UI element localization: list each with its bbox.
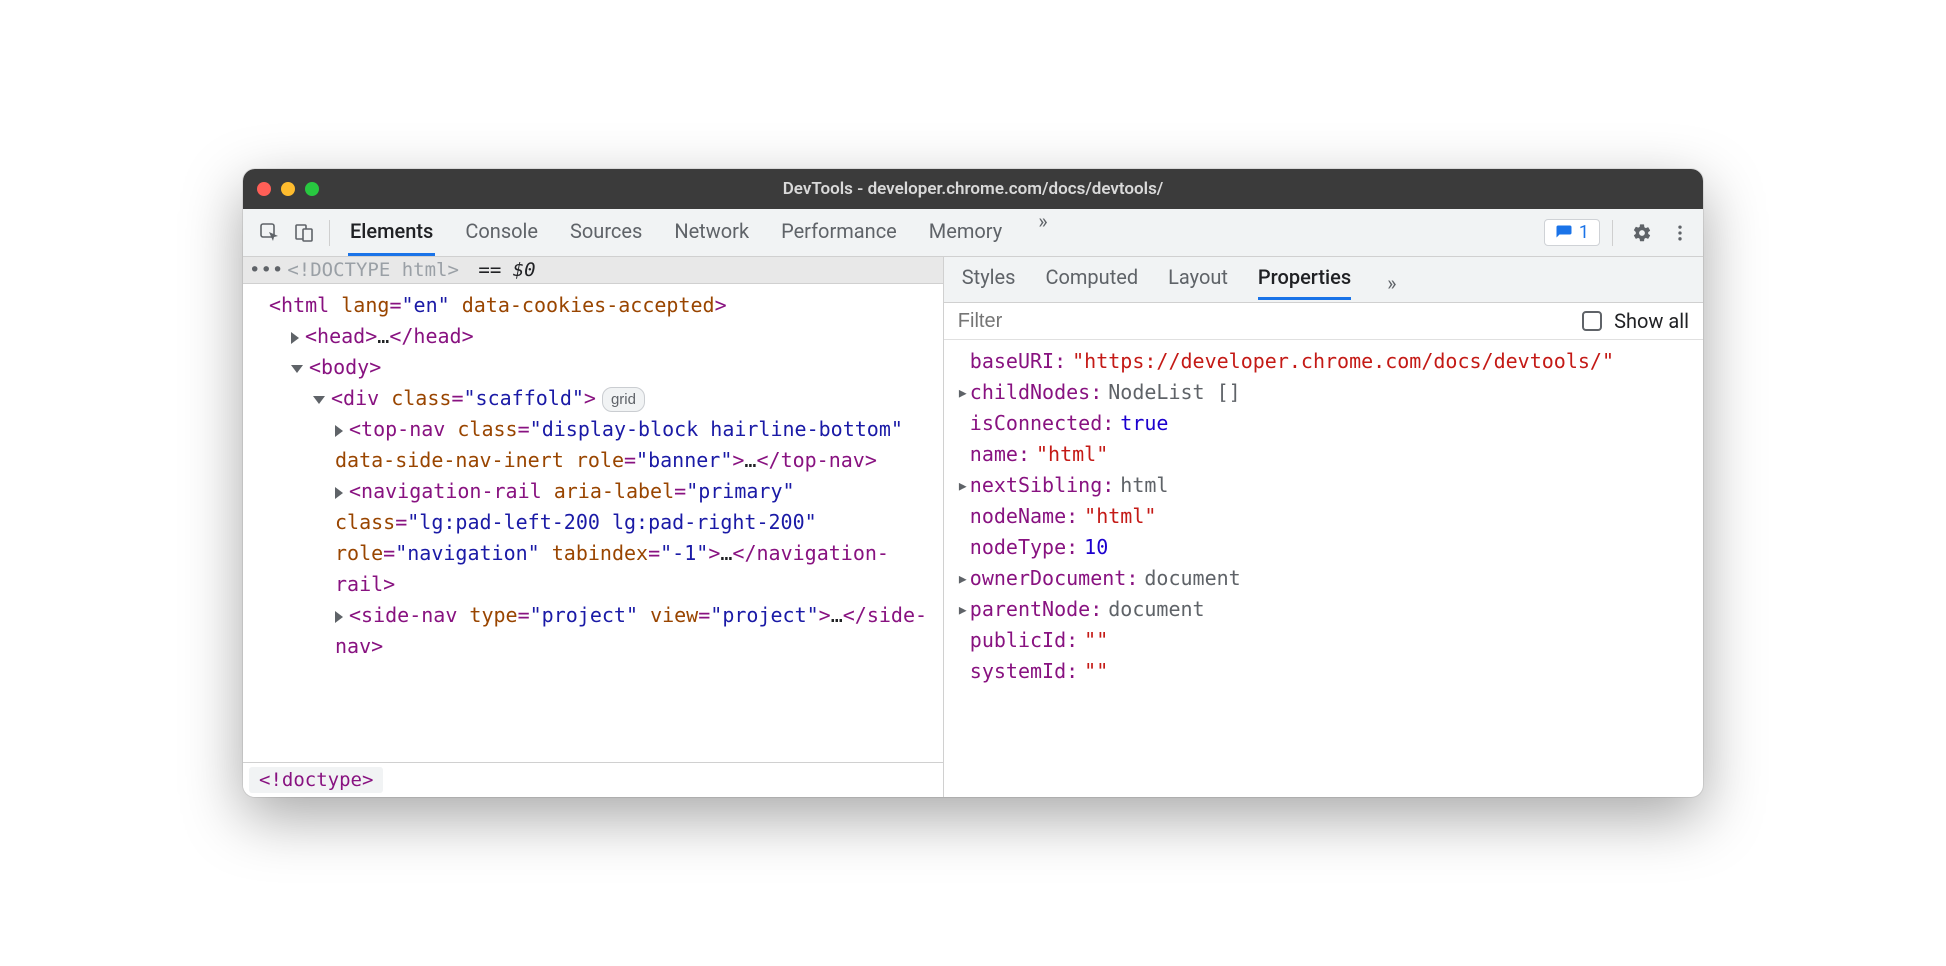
expand-arrow-icon[interactable]: ▸	[956, 377, 970, 408]
traffic-lights	[257, 182, 319, 196]
property-row[interactable]: name: "html"	[956, 439, 1691, 470]
property-row[interactable]: baseURI: "https://developer.chrome.com/d…	[956, 346, 1691, 377]
expand-arrow-icon[interactable]: ▸	[956, 470, 970, 501]
property-key: childNodes	[970, 377, 1090, 408]
breadcrumb-doctype[interactable]: <!doctype>	[249, 767, 383, 793]
dom-node-navigation-rail[interactable]: <navigation-rail aria-label="primary" cl…	[247, 476, 935, 600]
property-key: isConnected	[970, 408, 1102, 439]
property-key: nodeName	[970, 501, 1066, 532]
toolbar-divider	[329, 220, 330, 246]
expand-arrow-icon[interactable]: ▸	[956, 563, 970, 594]
issues-count: 1	[1579, 222, 1589, 243]
property-row[interactable]: ▸childNodes: NodeList []	[956, 377, 1691, 408]
ellipsis-icon: •••	[249, 259, 283, 281]
settings-icon[interactable]	[1625, 216, 1659, 250]
dom-tree[interactable]: <html lang="en" data-cookies-accepted><h…	[243, 284, 943, 762]
main-toolbar: Elements Console Sources Network Perform…	[243, 209, 1703, 257]
inspect-icon[interactable]	[253, 216, 287, 250]
window-titlebar: DevTools - developer.chrome.com/docs/dev…	[243, 169, 1703, 209]
elements-pane: ••• <!DOCTYPE html> == $0 <html lang="en…	[243, 257, 944, 797]
tab-styles[interactable]: Styles	[962, 265, 1016, 300]
tab-layout[interactable]: Layout	[1168, 265, 1228, 300]
sidebar-tabs: Styles Computed Layout Properties »	[944, 257, 1703, 303]
grid-badge[interactable]: grid	[602, 387, 645, 412]
property-value: "html"	[1036, 439, 1108, 470]
property-value: document	[1144, 563, 1240, 594]
tabs-overflow-icon[interactable]: »	[1032, 209, 1053, 256]
property-key: publicId	[970, 625, 1066, 656]
selected-node-text: <!DOCTYPE html>	[287, 259, 459, 281]
dom-node-body[interactable]: <body>	[247, 352, 935, 383]
dom-node-scaffold[interactable]: <div class="scaffold">grid	[247, 383, 935, 414]
dom-node-html[interactable]: <html lang="en" data-cookies-accepted>	[247, 290, 935, 321]
property-key: ownerDocument	[970, 563, 1127, 594]
expand-arrow-icon[interactable]	[335, 425, 343, 437]
show-all-label: Show all	[1614, 309, 1689, 333]
filter-input[interactable]	[958, 310, 1570, 333]
tab-console[interactable]: Console	[463, 209, 540, 256]
property-key: systemId	[970, 656, 1066, 687]
property-value: "https://developer.chrome.com/docs/devto…	[1072, 346, 1614, 377]
tab-memory[interactable]: Memory	[927, 209, 1004, 256]
property-row[interactable]: publicId: ""	[956, 625, 1691, 656]
property-value: ""	[1084, 656, 1108, 687]
toolbar-divider	[1612, 220, 1613, 246]
property-row[interactable]: nodeName: "html"	[956, 501, 1691, 532]
sidebar-tabs-overflow-icon[interactable]: »	[1381, 271, 1402, 295]
tab-properties[interactable]: Properties	[1258, 265, 1351, 300]
property-row[interactable]: ▸parentNode: document	[956, 594, 1691, 625]
minimize-button[interactable]	[281, 182, 295, 196]
property-value: NodeList []	[1108, 377, 1240, 408]
expand-arrow-icon[interactable]	[291, 332, 299, 344]
collapse-arrow-icon[interactable]	[313, 396, 325, 404]
panel-tabs: Elements Console Sources Network Perform…	[338, 209, 1054, 256]
property-value: ""	[1084, 625, 1108, 656]
property-value: true	[1120, 408, 1168, 439]
property-key: nextSibling	[970, 470, 1102, 501]
close-button[interactable]	[257, 182, 271, 196]
issues-badge[interactable]: 1	[1544, 219, 1600, 246]
show-all-checkbox[interactable]	[1582, 311, 1602, 331]
window-title: DevTools - developer.chrome.com/docs/dev…	[243, 179, 1703, 199]
expand-arrow-icon[interactable]: ▸	[956, 594, 970, 625]
property-key: parentNode	[970, 594, 1090, 625]
property-row[interactable]: nodeType: 10	[956, 532, 1691, 563]
panel-split: ••• <!DOCTYPE html> == $0 <html lang="en…	[243, 257, 1703, 797]
properties-list[interactable]: baseURI: "https://developer.chrome.com/d…	[944, 340, 1703, 797]
tab-elements[interactable]: Elements	[348, 209, 435, 256]
selected-node-header[interactable]: ••• <!DOCTYPE html> == $0	[243, 257, 943, 284]
property-row[interactable]: ▸ownerDocument: document	[956, 563, 1691, 594]
property-value: html	[1120, 470, 1168, 501]
dom-node-side-nav[interactable]: <side-nav type="project" view="project">…	[247, 600, 935, 662]
breadcrumb-bar: <!doctype>	[243, 762, 943, 797]
properties-filter-bar: Show all	[944, 303, 1703, 340]
property-row[interactable]: isConnected: true	[956, 408, 1691, 439]
property-value: document	[1108, 594, 1204, 625]
collapse-arrow-icon[interactable]	[291, 365, 303, 373]
tab-network[interactable]: Network	[672, 209, 751, 256]
device-toggle-icon[interactable]	[287, 216, 321, 250]
expand-arrow-icon[interactable]	[335, 611, 343, 623]
property-key: name	[970, 439, 1018, 470]
tab-performance[interactable]: Performance	[779, 209, 899, 256]
property-row[interactable]: ▸nextSibling: html	[956, 470, 1691, 501]
dom-node-top-nav[interactable]: <top-nav class="display-block hairline-b…	[247, 414, 935, 476]
maximize-button[interactable]	[305, 182, 319, 196]
dollar-zero-label: == $0	[478, 259, 535, 281]
property-value: 10	[1084, 532, 1108, 563]
property-value: "html"	[1084, 501, 1156, 532]
more-menu-icon[interactable]	[1663, 216, 1697, 250]
property-row[interactable]: systemId: ""	[956, 656, 1691, 687]
dom-node-head[interactable]: <head>…</head>	[247, 321, 935, 352]
sidebar-pane: Styles Computed Layout Properties » Show…	[944, 257, 1703, 797]
expand-arrow-icon[interactable]	[335, 487, 343, 499]
property-key: nodeType	[970, 532, 1066, 563]
property-key: baseURI	[970, 346, 1054, 377]
tab-sources[interactable]: Sources	[568, 209, 644, 256]
devtools-window: DevTools - developer.chrome.com/docs/dev…	[243, 169, 1703, 797]
tab-computed[interactable]: Computed	[1045, 265, 1138, 300]
